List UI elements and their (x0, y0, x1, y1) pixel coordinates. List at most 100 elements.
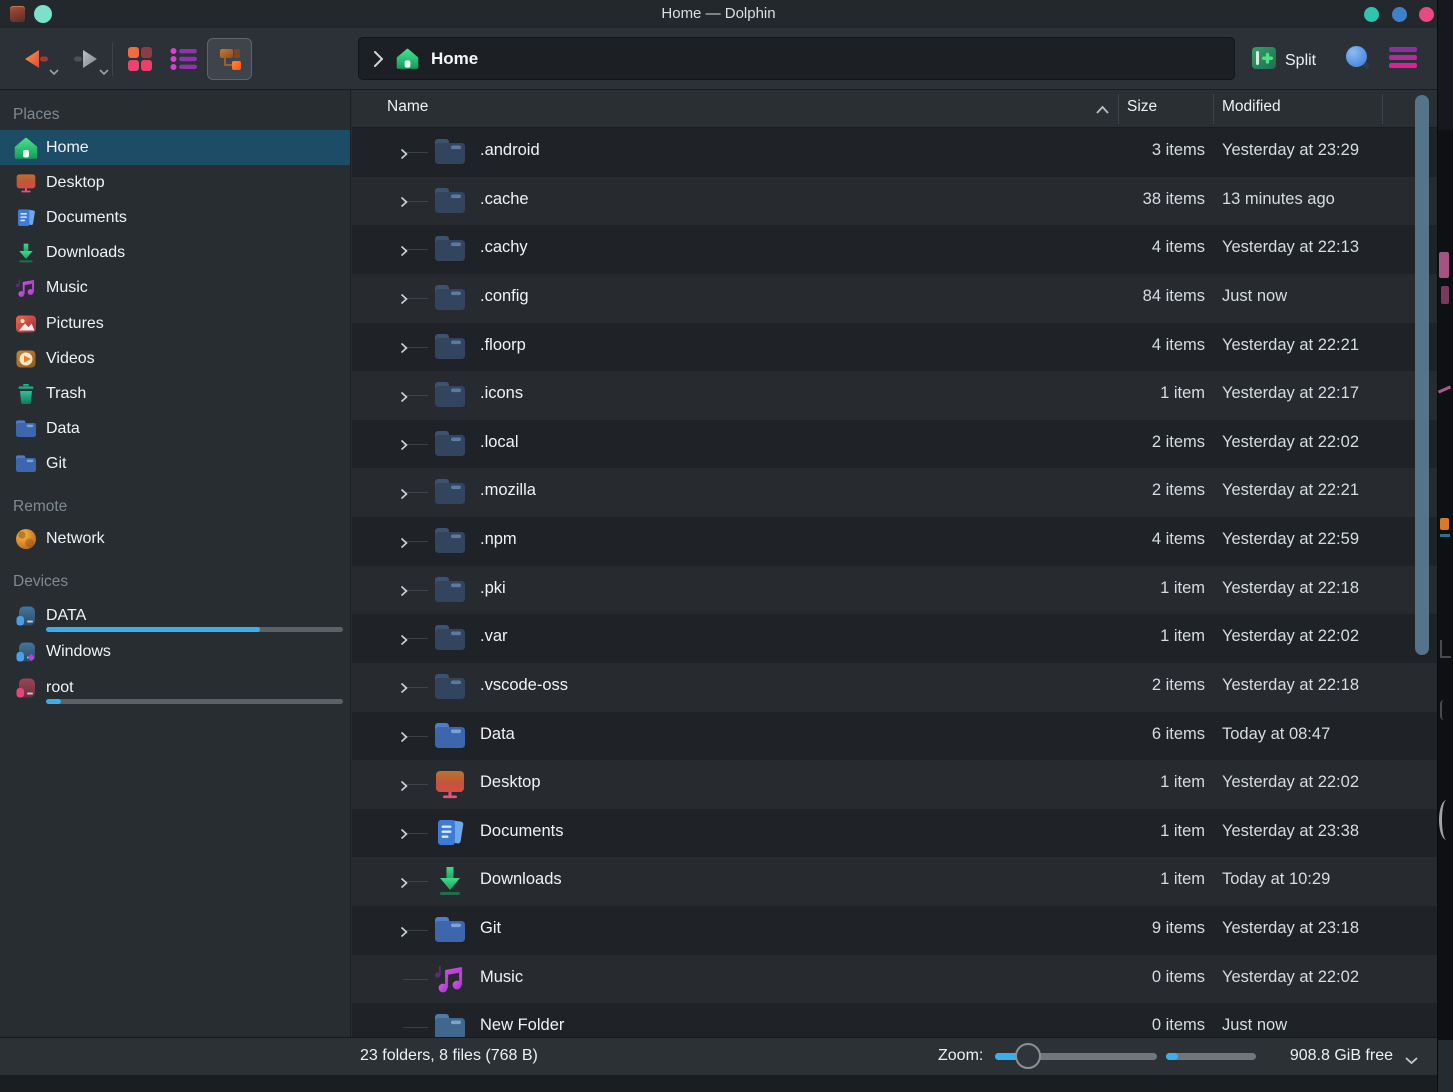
sidebar-item-music[interactable]: Music (0, 271, 350, 306)
minimize-button[interactable] (1364, 7, 1379, 22)
expander-chevron-icon[interactable] (398, 536, 410, 554)
expander-chevron-icon[interactable] (398, 827, 410, 845)
hamburger-menu-button[interactable] (1389, 47, 1417, 68)
window-bottom-edge (0, 1075, 1437, 1092)
file-name[interactable]: New Folder (480, 1016, 564, 1035)
table-row[interactable]: .floorp4 itemsYesterday at 22:21 (352, 323, 1437, 372)
sidebar-item-git[interactable]: Git (0, 447, 350, 482)
table-row[interactable]: .android3 itemsYesterday at 23:29 (352, 128, 1437, 177)
breadcrumb-current-folder[interactable]: Home (431, 49, 478, 69)
file-name[interactable]: .floorp (480, 336, 526, 355)
sidebar-item-documents[interactable]: Documents (0, 200, 350, 235)
table-row[interactable]: New Folder0 itemsJust now (352, 1003, 1437, 1037)
file-name[interactable]: .npm (480, 530, 517, 549)
sidebar-item-pictures[interactable]: Pictures (0, 306, 350, 341)
maximize-button[interactable] (1392, 7, 1407, 22)
file-name[interactable]: .mozilla (480, 481, 536, 500)
table-row[interactable]: .icons1 itemYesterday at 22:17 (352, 371, 1437, 420)
table-row[interactable]: Git9 itemsYesterday at 23:18 (352, 906, 1437, 955)
table-row[interactable]: .pki1 itemYesterday at 22:18 (352, 566, 1437, 615)
expander-chevron-icon[interactable] (398, 244, 410, 262)
expander-chevron-icon[interactable] (398, 779, 410, 797)
breadcrumb-root-chevron-icon[interactable] (373, 50, 384, 68)
desktop-icon (432, 766, 468, 802)
sidebar-item-root[interactable]: root (0, 669, 350, 706)
sidebar-item-desktop[interactable]: Desktop (0, 165, 350, 200)
expander-chevron-icon[interactable] (398, 341, 410, 359)
table-row[interactable]: .npm4 itemsYesterday at 22:59 (352, 517, 1437, 566)
table-row[interactable]: .config84 itemsJust now (352, 274, 1437, 323)
expander-chevron-icon[interactable] (398, 147, 410, 165)
zoom-slider-handle[interactable] (1015, 1043, 1041, 1069)
sort-ascending-icon[interactable] (1095, 102, 1110, 120)
expander-chevron-icon[interactable] (398, 681, 410, 699)
file-name[interactable]: .var (480, 627, 508, 646)
table-row[interactable]: .mozilla2 itemsYesterday at 22:21 (352, 468, 1437, 517)
table-row[interactable]: .var1 itemYesterday at 22:02 (352, 614, 1437, 663)
forward-dropdown-icon[interactable] (99, 62, 109, 80)
file-name[interactable]: .pki (480, 579, 506, 598)
expander-chevron-icon[interactable] (398, 730, 410, 748)
table-row[interactable]: Downloads1 itemToday at 10:29 (352, 857, 1437, 906)
sidebar-item-downloads[interactable]: Downloads (0, 236, 350, 271)
back-button[interactable] (14, 38, 58, 80)
close-button[interactable] (1419, 7, 1434, 22)
free-space-dropdown-icon[interactable] (1404, 1052, 1419, 1070)
file-name[interactable]: Downloads (480, 870, 562, 889)
table-row[interactable]: Desktop1 itemYesterday at 22:02 (352, 760, 1437, 809)
table-row[interactable]: .vscode-oss2 itemsYesterday at 22:18 (352, 663, 1437, 712)
file-name[interactable]: .cache (480, 190, 529, 209)
sidebar-item-windows[interactable]: Windows (0, 634, 350, 669)
sidebar-item-trash[interactable]: Trash (0, 376, 350, 411)
column-header-modified[interactable]: Modified (1222, 98, 1281, 116)
sidebar-item-home[interactable]: Home (0, 130, 350, 165)
table-row[interactable]: .local2 itemsYesterday at 22:02 (352, 420, 1437, 469)
expander-chevron-icon[interactable] (398, 438, 410, 456)
table-row[interactable]: Data6 itemsToday at 08:47 (352, 712, 1437, 761)
file-name[interactable]: Desktop (480, 773, 541, 792)
file-name[interactable]: .icons (480, 384, 523, 403)
expander-chevron-icon[interactable] (398, 876, 410, 894)
location-bar[interactable]: Home (358, 37, 1235, 80)
file-name[interactable]: Data (480, 725, 515, 744)
free-space-bar (1166, 1053, 1256, 1060)
file-name[interactable]: .vscode-oss (480, 676, 568, 695)
file-name[interactable]: .local (480, 433, 519, 452)
file-name[interactable]: .android (480, 141, 540, 160)
details-view-button[interactable] (207, 38, 252, 80)
file-name[interactable]: Music (480, 968, 523, 987)
file-name[interactable]: Documents (480, 822, 563, 841)
sidebar-item-data[interactable]: Data (0, 412, 350, 447)
column-divider[interactable] (1213, 94, 1214, 124)
file-name[interactable]: Git (480, 919, 501, 938)
expander-chevron-icon[interactable] (398, 195, 410, 213)
expander-chevron-icon[interactable] (398, 633, 410, 651)
music-icon (14, 276, 38, 300)
expander-chevron-icon[interactable] (398, 584, 410, 602)
file-name[interactable]: .config (480, 287, 529, 306)
sidebar-item-videos[interactable]: Videos (0, 341, 350, 376)
table-row[interactable]: Music0 itemsYesterday at 22:02 (352, 955, 1437, 1004)
compact-view-button[interactable] (166, 38, 202, 80)
table-row[interactable]: .cachy4 itemsYesterday at 22:13 (352, 225, 1437, 274)
forward-button[interactable] (64, 38, 108, 80)
expander-chevron-icon[interactable] (398, 925, 410, 943)
expander-chevron-icon[interactable] (398, 292, 410, 310)
split-button[interactable]: Split (1250, 44, 1316, 77)
column-divider[interactable] (1118, 94, 1119, 124)
file-name[interactable]: .cachy (480, 238, 528, 257)
column-header-size[interactable]: Size (1127, 98, 1157, 116)
search-button[interactable] (1343, 44, 1373, 79)
sidebar-item-data[interactable]: DATA (0, 597, 350, 634)
table-row[interactable]: .cache38 items13 minutes ago (352, 177, 1437, 226)
column-divider[interactable] (1382, 94, 1383, 124)
split-button-label[interactable]: Split (1285, 52, 1316, 70)
expander-chevron-icon[interactable] (398, 487, 410, 505)
sidebar-item-network[interactable]: Network (0, 522, 350, 557)
table-row[interactable]: Documents1 itemYesterday at 23:38 (352, 809, 1437, 858)
vertical-scrollbar[interactable] (1415, 95, 1429, 655)
icons-view-button[interactable] (122, 38, 158, 80)
column-header-name[interactable]: Name (387, 98, 428, 116)
back-dropdown-icon[interactable] (49, 62, 59, 80)
expander-chevron-icon[interactable] (398, 390, 410, 408)
